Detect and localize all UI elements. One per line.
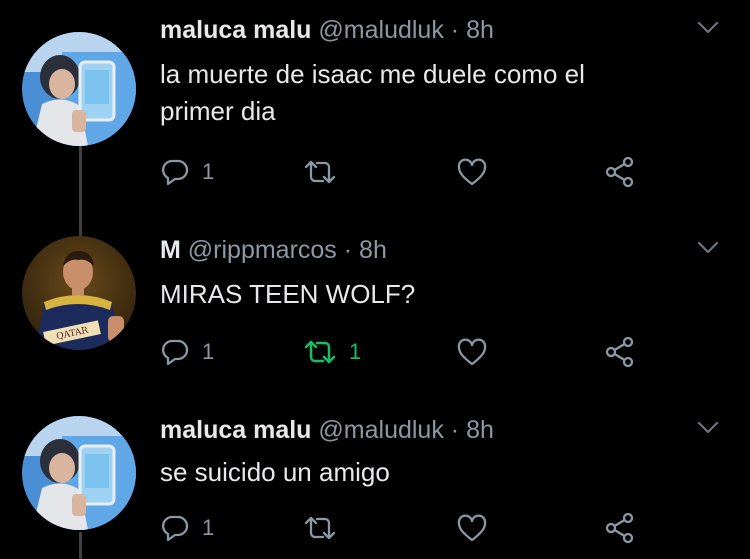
tweet-header: M @rippmarcos · 8h: [160, 234, 387, 266]
tweet-text-line: la muerte de isaac me duele como el: [160, 59, 585, 89]
avatar[interactable]: [22, 32, 136, 146]
avatar[interactable]: [22, 416, 136, 530]
heart-icon: [457, 338, 487, 366]
like-button[interactable]: [456, 156, 488, 188]
share-button[interactable]: [604, 156, 636, 188]
reply-count: 1: [202, 159, 215, 184]
separator-dot: ·: [450, 16, 460, 44]
retweet-icon: [304, 340, 336, 364]
chevron-down-icon[interactable]: [696, 240, 720, 256]
retweet-button[interactable]: [303, 512, 349, 544]
like-button[interactable]: [456, 512, 488, 544]
action-bar: 1: [160, 512, 660, 544]
reply-icon: [161, 159, 189, 186]
user-handle[interactable]: @maludluk: [318, 16, 443, 44]
action-bar: 1 1: [160, 336, 660, 368]
timestamp[interactable]: 8h: [359, 236, 387, 264]
tweet-text-line: primer dia: [160, 96, 276, 126]
reply-button[interactable]: 1: [160, 336, 214, 368]
separator-dot: ·: [343, 236, 353, 264]
chevron-down-icon[interactable]: [696, 20, 720, 36]
separator-dot: ·: [450, 416, 460, 444]
tweet-header: maluca malu @maludluk · 8h: [160, 414, 494, 446]
tweet[interactable]: QATAR M @rippmarcos · 8h MIRAS TEEN WOLF…: [0, 234, 750, 404]
timestamp[interactable]: 8h: [466, 416, 494, 444]
share-button[interactable]: [604, 512, 636, 544]
tweet[interactable]: maluca malu @maludluk · 8h la muerte de …: [0, 14, 750, 204]
user-handle[interactable]: @rippmarcos: [188, 236, 337, 264]
display-name[interactable]: M: [160, 236, 181, 264]
tweet-text: MIRAS TEEN WOLF?: [160, 276, 700, 313]
action-bar: 1: [160, 156, 660, 188]
reply-count: 1: [202, 339, 215, 364]
tweet-text: se suicido un amigo: [160, 454, 700, 491]
share-icon: [605, 336, 634, 368]
heart-icon: [457, 158, 487, 186]
timestamp[interactable]: 8h: [466, 16, 494, 44]
retweet-button[interactable]: [303, 156, 349, 188]
share-icon: [605, 156, 634, 188]
tweet-text-line: se suicido un amigo: [160, 457, 390, 487]
tweet[interactable]: maluca malu @maludluk · 8h se suicido un…: [0, 414, 750, 559]
display-name[interactable]: maluca malu: [160, 16, 311, 44]
share-button[interactable]: [604, 336, 636, 368]
like-button[interactable]: [456, 336, 488, 368]
avatar[interactable]: QATAR: [22, 236, 136, 350]
user-handle[interactable]: @maludluk: [318, 416, 443, 444]
tweet-text-line: MIRAS TEEN WOLF?: [160, 279, 416, 309]
display-name[interactable]: maluca malu: [160, 416, 311, 444]
heart-icon: [457, 514, 487, 542]
retweet-icon: [304, 160, 336, 184]
tweet-header: maluca malu @maludluk · 8h: [160, 14, 494, 46]
tweet-text: la muerte de isaac me duele como el prim…: [160, 56, 700, 130]
reply-button[interactable]: 1: [160, 156, 214, 188]
reply-count: 1: [202, 515, 215, 540]
reply-icon: [161, 339, 189, 366]
reply-icon: [161, 515, 189, 542]
retweet-button[interactable]: 1: [303, 336, 361, 368]
reply-button[interactable]: 1: [160, 512, 214, 544]
retweet-count: 1: [349, 339, 362, 364]
retweet-icon: [304, 516, 336, 540]
share-icon: [605, 512, 634, 544]
chevron-down-icon[interactable]: [696, 420, 720, 436]
